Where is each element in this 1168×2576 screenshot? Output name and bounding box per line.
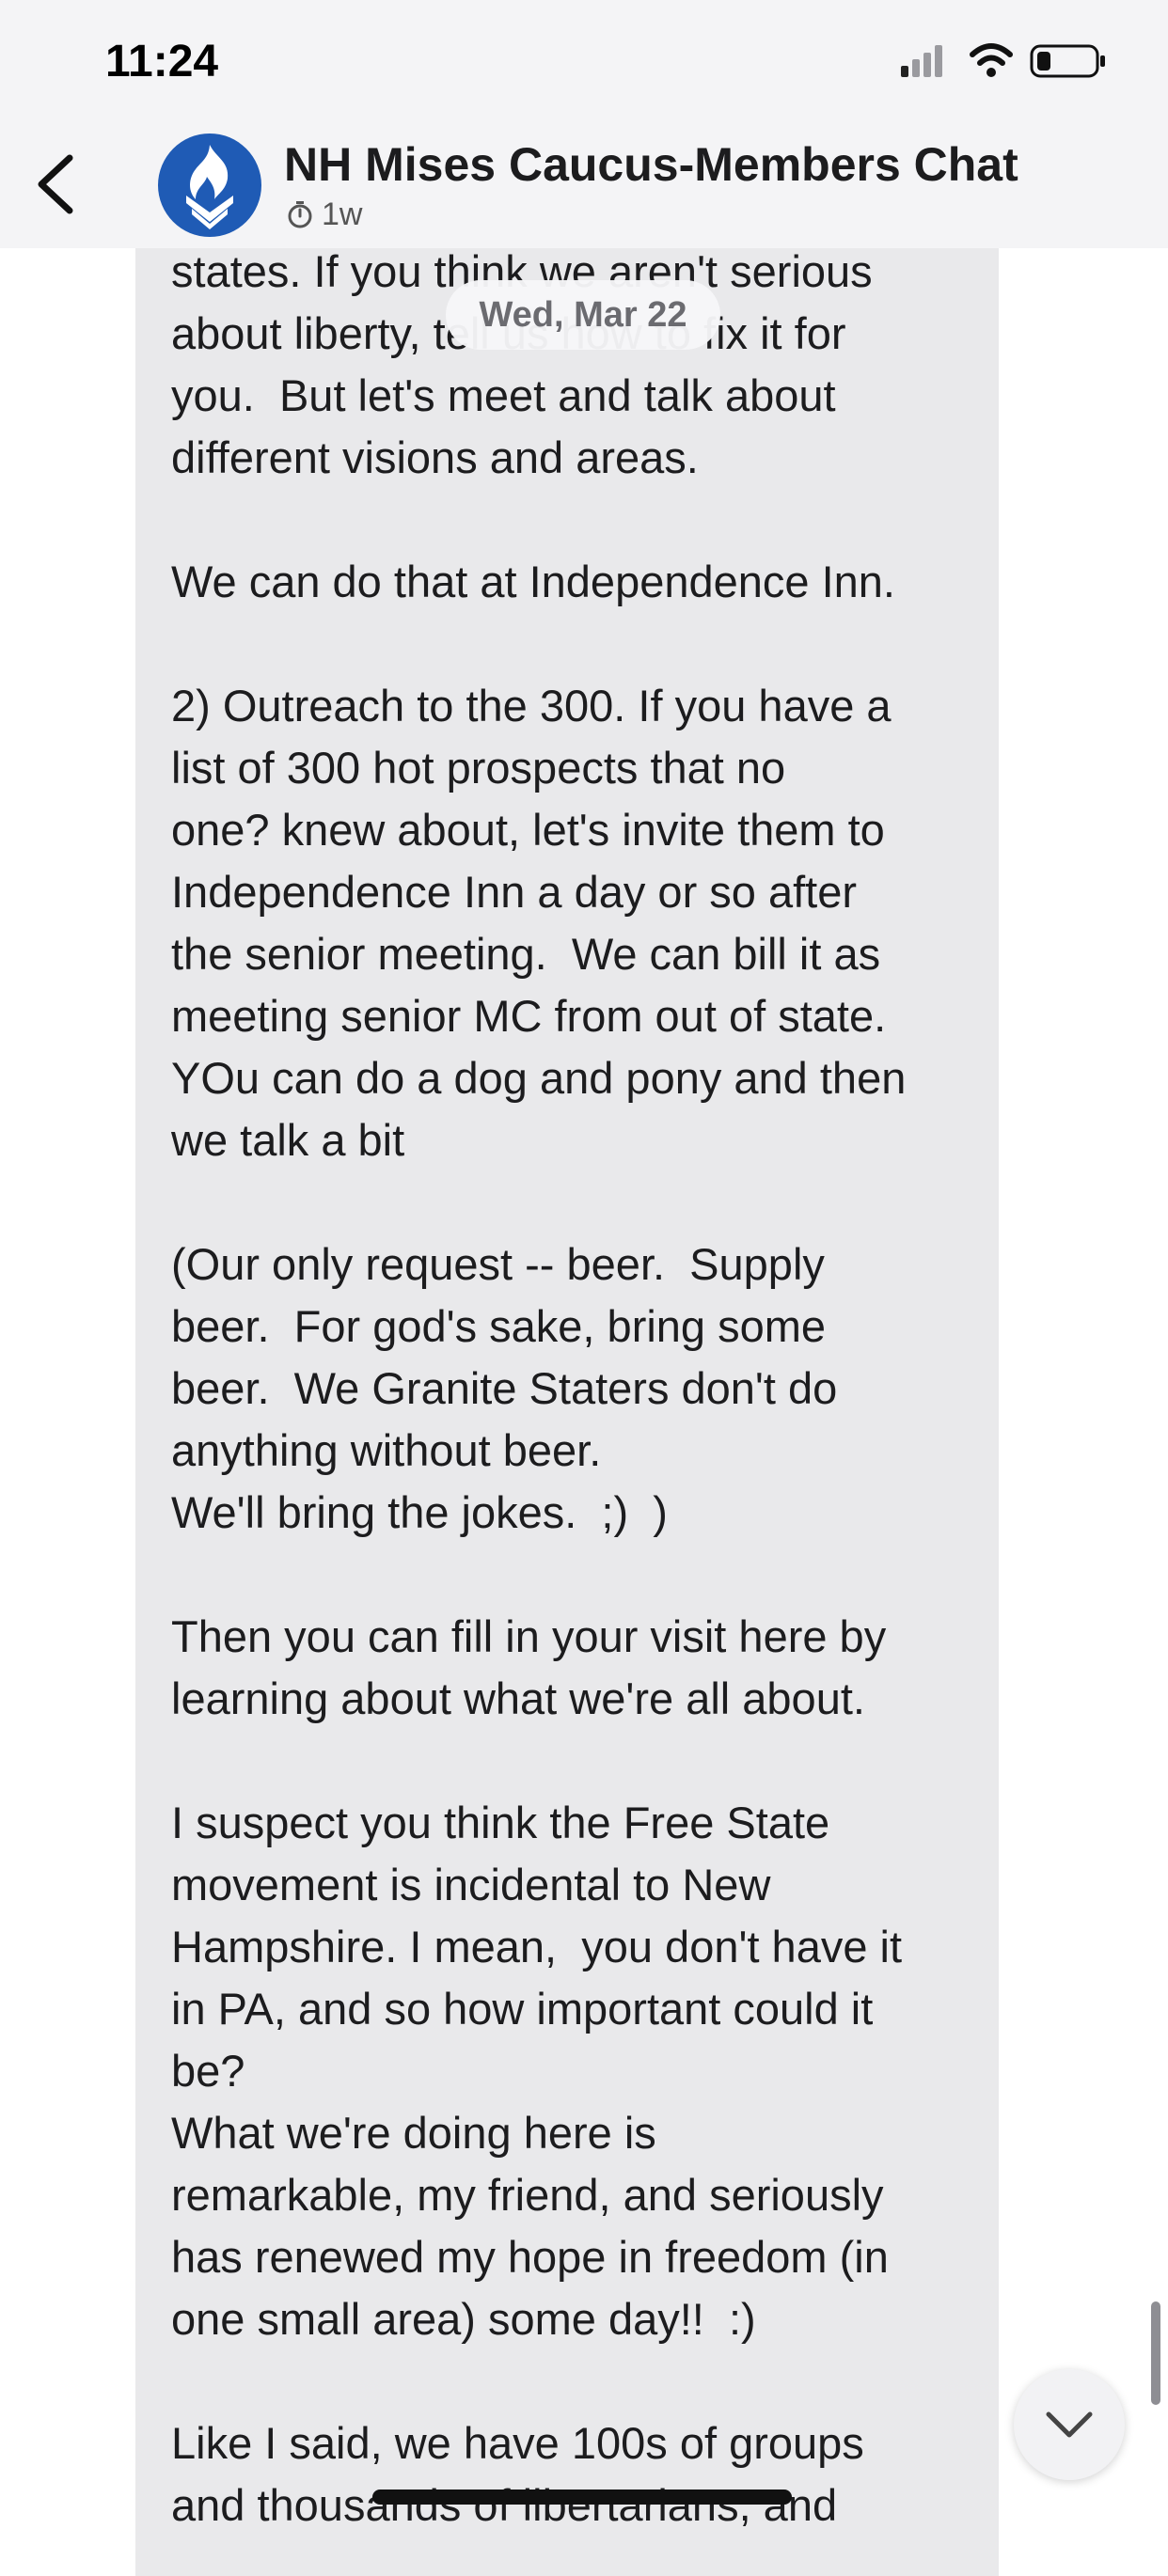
cellular-signal-icon [901, 45, 942, 77]
battery-icon [1030, 44, 1105, 78]
timer-label: 1w [322, 196, 363, 232]
wifi-icon [970, 43, 1013, 77]
flame-logo-icon [186, 145, 233, 229]
status-icons [901, 43, 1105, 78]
scrollbar-thumb[interactable] [1151, 2301, 1160, 2405]
status-time: 11:24 [105, 37, 219, 86]
scroll-to-bottom-button[interactable] [1014, 2369, 1125, 2480]
chat-title[interactable]: NH Mises Caucus-Members Chat [284, 137, 1018, 192]
date-separator: Wed, Mar 22 [446, 280, 720, 350]
disappearing-timer: 1w [286, 196, 362, 233]
chat-avatar[interactable] [158, 134, 261, 237]
chevron-down-icon [1046, 2411, 1093, 2438]
chat-header: 11:24 NH Mises Caucus-Members Chat 1w [0, 0, 1168, 248]
chevron-left-icon[interactable] [28, 150, 85, 218]
timer-icon [288, 201, 312, 228]
message-text: states. If you think we aren't serious a… [171, 246, 907, 2530]
home-indicator[interactable] [372, 2490, 792, 2505]
